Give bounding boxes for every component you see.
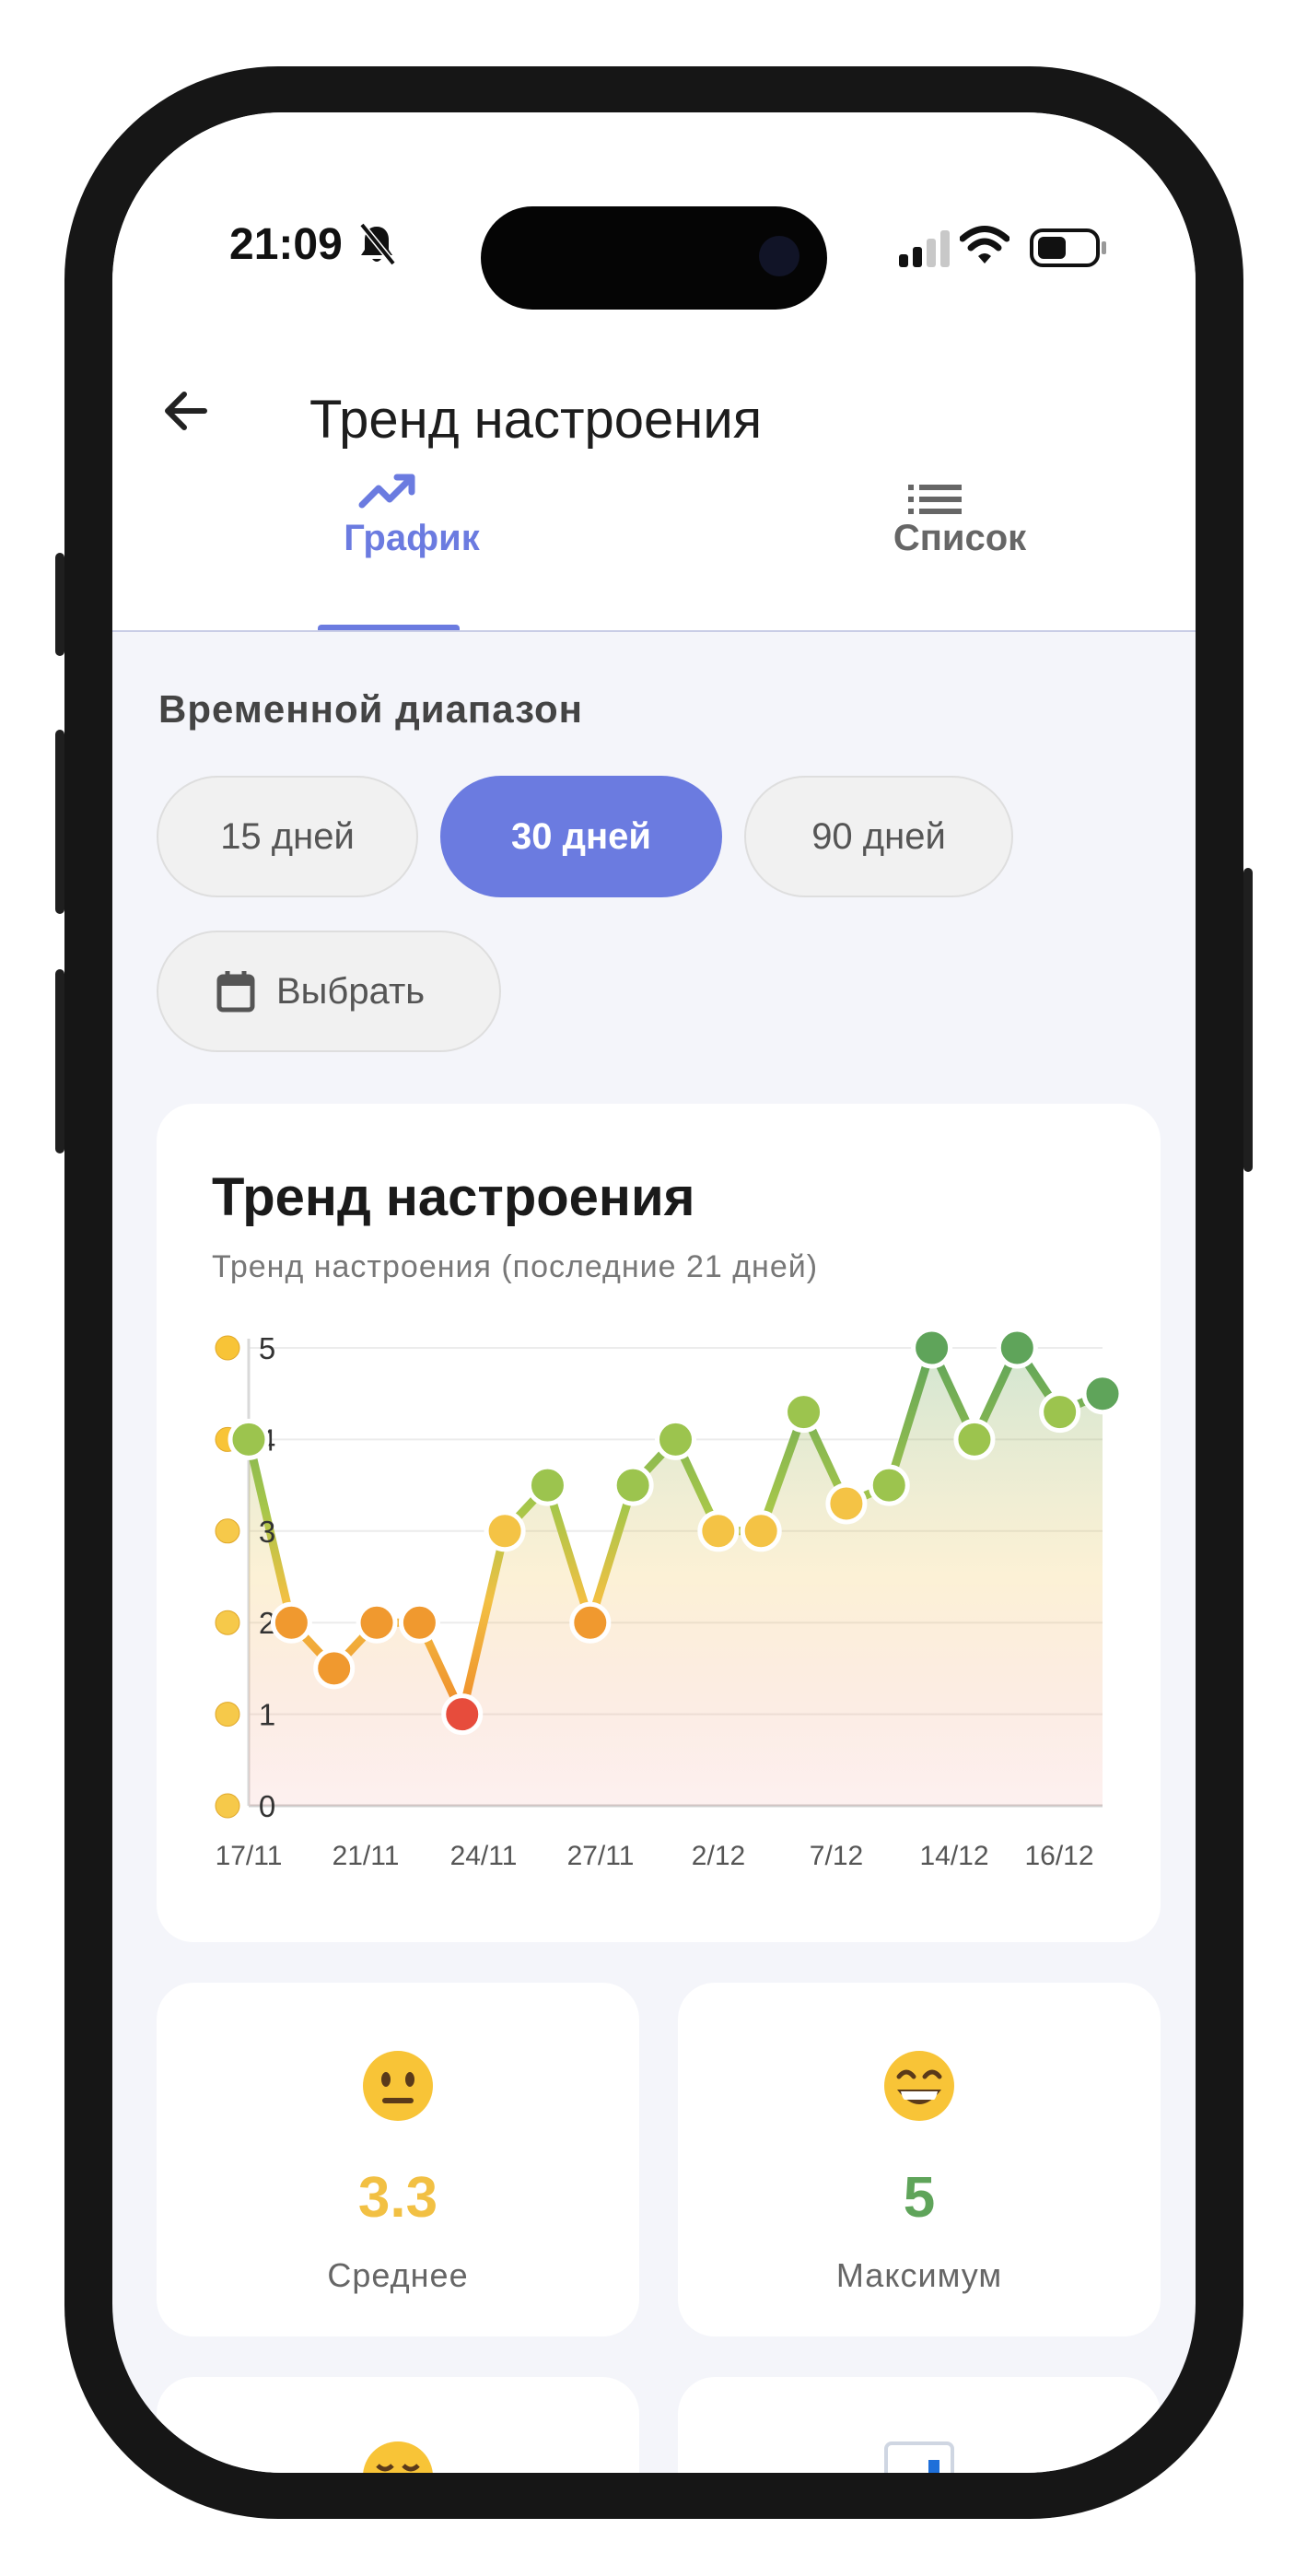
- data-point[interactable]: [441, 1693, 484, 1736]
- data-point[interactable]: [868, 1464, 910, 1506]
- range-chip-90[interactable]: 90 дней: [744, 776, 1013, 897]
- stat-card-maximum: 5 Максимум: [678, 1983, 1161, 2336]
- range-chip-15[interactable]: 15 дней: [157, 776, 418, 897]
- y-axis-emoji-icon: [215, 1702, 240, 1727]
- range-chip-30[interactable]: 30 дней: [440, 776, 722, 897]
- trending-chart-icon: [358, 474, 415, 509]
- bar-chart-icon: [884, 2441, 954, 2473]
- x-tick-label: 14/12: [919, 1841, 988, 1871]
- data-point[interactable]: [484, 1510, 526, 1552]
- y-axis-emoji-icon: [215, 1793, 240, 1819]
- page-title: Тренд настроения: [309, 390, 763, 450]
- stat-maximum-label: Максимум: [835, 2256, 1003, 2294]
- data-point[interactable]: [911, 1327, 953, 1369]
- list-icon: [908, 485, 962, 514]
- data-point[interactable]: [1081, 1373, 1124, 1415]
- action-button: [55, 553, 64, 656]
- volume-down-button: [55, 969, 64, 1153]
- battery-icon: [1030, 228, 1106, 267]
- y-axis-emoji-icon: [215, 1518, 240, 1544]
- bell-muted-icon: [359, 222, 396, 266]
- data-point[interactable]: [1039, 1391, 1081, 1434]
- stat-average-label: Среднее: [327, 2256, 469, 2294]
- x-tick-label: 16/12: [1024, 1841, 1093, 1871]
- data-point[interactable]: [356, 1601, 398, 1644]
- volume-up-button: [55, 730, 64, 914]
- tab-graph[interactable]: График: [297, 518, 527, 559]
- data-point[interactable]: [740, 1510, 782, 1552]
- y-axis-emoji-icon: [215, 1335, 240, 1361]
- y-tick-label: 5: [259, 1331, 275, 1365]
- y-tick-label: 0: [259, 1789, 275, 1823]
- data-point[interactable]: [569, 1601, 612, 1644]
- custom-range-button[interactable]: Выбрать: [157, 931, 501, 1052]
- data-point[interactable]: [313, 1647, 356, 1690]
- x-tick-label: 27/11: [567, 1841, 635, 1871]
- wifi-icon: [960, 226, 1009, 263]
- x-tick-label: 21/11: [333, 1841, 400, 1871]
- x-tick-label: 7/12: [810, 1841, 863, 1871]
- neutral-face-icon: [363, 2051, 433, 2121]
- data-point[interactable]: [953, 1418, 996, 1460]
- cellular-signal-icon: [899, 230, 950, 267]
- stat-maximum-value: 5: [903, 2166, 936, 2230]
- power-button: [1243, 868, 1253, 1172]
- tab-divider: [112, 630, 1196, 632]
- y-tick-label: 3: [259, 1515, 275, 1549]
- tab-list[interactable]: Список: [849, 518, 1070, 559]
- phone-frame: 21:09 Тренд настроения График Список Вре…: [55, 66, 1253, 2519]
- mood-area-fill: [249, 1348, 1103, 1806]
- stat-average-value: 3.3: [357, 2166, 438, 2230]
- stat-card-minimum: [157, 2377, 639, 2473]
- chart-card: Тренд настроения Тренд настроения (после…: [157, 1104, 1161, 1942]
- data-point[interactable]: [526, 1464, 568, 1506]
- stat-card-count: [678, 2377, 1161, 2473]
- data-point[interactable]: [655, 1418, 696, 1460]
- data-point[interactable]: [825, 1482, 868, 1525]
- data-point[interactable]: [228, 1418, 270, 1460]
- data-point[interactable]: [996, 1327, 1038, 1369]
- data-point[interactable]: [612, 1464, 654, 1506]
- data-point[interactable]: [270, 1601, 312, 1644]
- grinning-face-icon: [884, 2051, 954, 2121]
- y-tick-label: 1: [259, 1698, 275, 1732]
- back-arrow-icon[interactable]: [157, 381, 216, 440]
- x-tick-label: 24/11: [450, 1841, 518, 1871]
- custom-range-label: Выбрать: [276, 970, 426, 1012]
- data-point[interactable]: [697, 1510, 740, 1552]
- y-axis-emoji-icon: [215, 1610, 240, 1635]
- stat-card-average: 3.3 Среднее: [157, 1983, 639, 2336]
- mood-line-chart: 012345 17/1121/1124/1127/112/127/1214/12…: [215, 1327, 1124, 1871]
- crying-face-icon: [363, 2441, 433, 2473]
- range-section-label: Временной диапазон: [158, 687, 584, 731]
- x-tick-label: 17/11: [216, 1841, 283, 1871]
- x-tick-label: 2/12: [692, 1841, 745, 1871]
- data-point[interactable]: [398, 1601, 440, 1644]
- screen: 21:09 Тренд настроения График Список Вре…: [112, 112, 1196, 2473]
- data-point[interactable]: [783, 1391, 825, 1434]
- status-time: 21:09: [229, 220, 343, 269]
- front-camera: [759, 236, 799, 276]
- calendar-icon: [216, 971, 255, 1013]
